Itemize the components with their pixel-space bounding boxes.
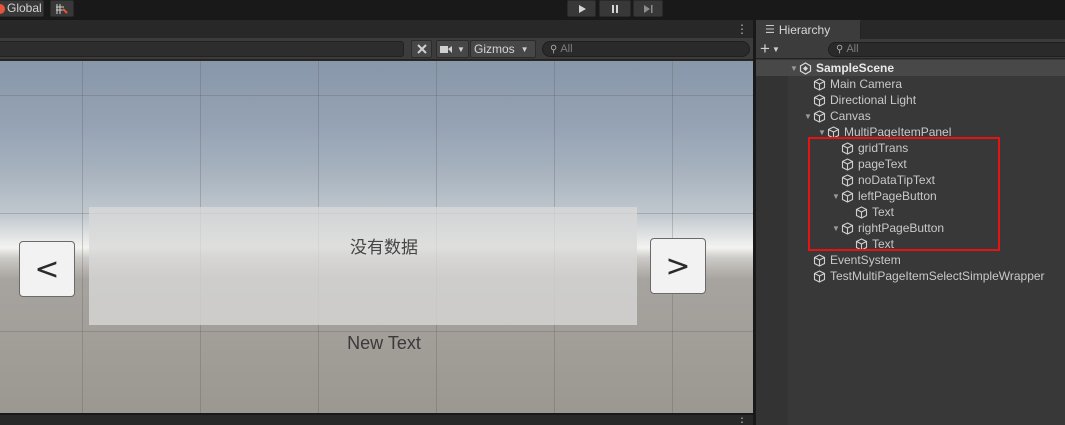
- gizmos-label: Gizmos: [474, 42, 515, 56]
- multi-page-item-panel[interactable]: [89, 207, 637, 325]
- tab-hierarchy[interactable]: ☰ Hierarchy: [756, 20, 861, 39]
- search-icon: ⚲: [836, 44, 844, 55]
- scene-tab-bar: ⋮: [0, 20, 753, 38]
- scene-viewport[interactable]: 没有数据 New Text < >: [0, 61, 753, 413]
- tools-button[interactable]: [411, 40, 432, 58]
- gameobject-cube-icon: [813, 77, 826, 91]
- gameobject-cube-icon: [813, 93, 826, 107]
- scene-view: ⋮ ▼ Gizmos ▼ ⚲ All 没有数据 New Text < > ⋮: [0, 20, 753, 425]
- plus-icon: +: [760, 39, 770, 58]
- add-object-button[interactable]: + ▼: [760, 39, 780, 58]
- scene-toolbar: ▼ Gizmos ▼ ⚲ All: [0, 38, 753, 60]
- right-page-button[interactable]: >: [650, 238, 706, 294]
- expand-arrow-icon[interactable]: ▼: [803, 112, 813, 121]
- global-label: Global: [7, 1, 42, 15]
- camera-settings-button[interactable]: ▼: [436, 40, 469, 58]
- pause-button[interactable]: [599, 0, 631, 17]
- list-icon: ☰: [765, 24, 775, 36]
- hierarchy-item-label: Main Camera: [830, 77, 903, 91]
- play-icon: [578, 4, 586, 13]
- scene-search-input[interactable]: ⚲ All: [542, 41, 750, 57]
- grid-line: [0, 331, 753, 332]
- hierarchy-item-label: TestMultiPageItemSelectSimpleWrapper: [830, 269, 1045, 283]
- left-page-button[interactable]: <: [19, 241, 75, 297]
- expand-arrow-icon[interactable]: ▼: [817, 128, 827, 137]
- gameobject-cube-icon: [813, 269, 826, 283]
- gameobject-cube-icon: [813, 253, 826, 267]
- chevron-down-icon: ▼: [520, 44, 529, 54]
- hierarchy-item-label: EventSystem: [830, 253, 901, 267]
- hierarchy-item[interactable]: EventSystem: [756, 252, 1065, 268]
- step-icon: [644, 4, 653, 13]
- search-icon: ⚲: [550, 44, 558, 55]
- pause-icon: [612, 4, 618, 13]
- chevron-down-icon: ▼: [771, 44, 780, 54]
- highlight-annotation: [808, 137, 1000, 251]
- more-options-icon[interactable]: ⋮: [736, 416, 748, 425]
- scene-name: SampleScene: [816, 61, 895, 75]
- hierarchy-toolbar: + ▼ ⚲ All: [756, 39, 1065, 59]
- expand-arrow-icon[interactable]: ▼: [789, 64, 799, 73]
- grid-snap-button[interactable]: [50, 0, 74, 17]
- search-placeholder: All: [560, 43, 573, 55]
- scene-draw-mode-field[interactable]: [0, 41, 404, 57]
- more-options-icon[interactable]: ⋮: [736, 23, 748, 35]
- hierarchy-tab-label: Hierarchy: [778, 23, 831, 37]
- tools-icon: [416, 44, 427, 54]
- page-text: New Text: [347, 333, 421, 353]
- lower-panel-header: ⋮: [0, 413, 753, 425]
- scene-row[interactable]: ▼ SampleScene: [756, 60, 1065, 76]
- global-icon: [0, 3, 5, 14]
- gameobject-cube-icon: [813, 109, 826, 123]
- grid-line: [0, 95, 753, 96]
- main-toolbar: Global: [0, 0, 1065, 20]
- no-data-tip-text: 没有数据: [350, 238, 418, 258]
- unity-editor: Global ⋮ ▼ Gizmos ▼ ⚲ All 没有数据 New Text …: [0, 0, 1065, 425]
- search-placeholder: All: [846, 43, 859, 55]
- hierarchy-item-label: Canvas: [830, 109, 871, 123]
- hierarchy-item-label: Directional Light: [830, 93, 917, 107]
- hierarchy-item[interactable]: ▼ Canvas: [756, 108, 1065, 124]
- hierarchy-item[interactable]: TestMultiPageItemSelectSimpleWrapper: [756, 268, 1065, 284]
- hierarchy-item[interactable]: Directional Light: [756, 92, 1065, 108]
- hierarchy-item[interactable]: Main Camera: [756, 76, 1065, 92]
- camera-icon: [440, 45, 453, 53]
- grid-snap-icon: [56, 3, 68, 14]
- gizmos-dropdown[interactable]: Gizmos ▼: [470, 40, 536, 58]
- pivot-rotation-button[interactable]: Global: [0, 0, 44, 17]
- unity-scene-icon: [799, 61, 812, 75]
- hierarchy-search-input[interactable]: ⚲ All: [828, 42, 1065, 57]
- chevron-down-icon: ▼: [457, 44, 465, 54]
- play-button[interactable]: [567, 0, 596, 17]
- step-button[interactable]: [633, 0, 663, 17]
- hierarchy-tab-bar: ☰ Hierarchy: [756, 20, 1065, 39]
